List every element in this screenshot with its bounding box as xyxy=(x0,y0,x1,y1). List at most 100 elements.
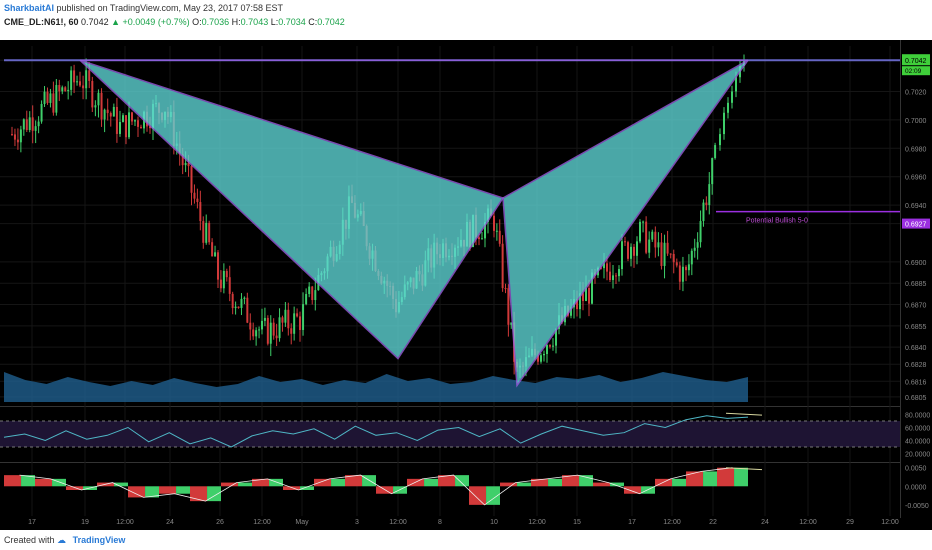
candle-body xyxy=(88,70,91,81)
time-tick-label: 12:00 xyxy=(881,519,899,526)
rsi-tick-label: 40.0000 xyxy=(905,439,930,446)
candle-body xyxy=(211,242,214,257)
price-tick-label: 0.6870 xyxy=(905,303,927,310)
candle-body xyxy=(22,119,25,130)
candle-body xyxy=(128,112,130,138)
candle-body xyxy=(687,264,690,271)
candle-body xyxy=(302,304,305,330)
published-text: published on TradingView.com, May 23, 20… xyxy=(56,3,284,13)
candle-body xyxy=(296,313,299,317)
candle-body xyxy=(308,286,311,295)
candle-body xyxy=(618,269,620,277)
time-tick-label: 12:00 xyxy=(389,519,407,526)
candle-body xyxy=(13,134,16,140)
candle-body xyxy=(299,316,301,330)
candle-body xyxy=(708,184,711,206)
candle-body xyxy=(287,309,290,329)
rsi-tick-label: 60.0000 xyxy=(905,426,930,433)
candle-body xyxy=(37,121,40,127)
price-tick-label: 0.7000 xyxy=(905,118,927,125)
low-value: 0.7034 xyxy=(278,17,306,27)
candle-body xyxy=(278,317,281,339)
time-tick-label: 12:00 xyxy=(663,519,681,526)
time-tick-label: 12:00 xyxy=(799,519,817,526)
candle-body xyxy=(91,80,94,108)
candle-body xyxy=(666,242,669,254)
candle-body xyxy=(193,192,196,199)
candle-body xyxy=(82,85,85,89)
candle-body xyxy=(314,290,317,301)
price-tick-label: 0.6816 xyxy=(905,379,927,386)
candle-body xyxy=(269,322,272,344)
candle-body xyxy=(19,129,22,143)
candle-body xyxy=(627,242,629,259)
candle-body xyxy=(651,231,654,240)
candle-body xyxy=(58,85,61,92)
symbol-label: CME_DL:N61!, 60 xyxy=(4,17,79,27)
candle-body xyxy=(654,231,657,248)
histogram-bar xyxy=(128,486,146,498)
created-with-text: Created with xyxy=(4,535,55,545)
candle-body xyxy=(31,117,34,131)
candle-body xyxy=(690,250,693,265)
candle-body xyxy=(478,237,480,240)
time-tick-label: 10 xyxy=(490,519,498,526)
candle-body xyxy=(202,221,205,243)
candle-body xyxy=(719,134,721,146)
harmonic-pattern: Potential Bullish 5-0 xyxy=(4,59,900,388)
candle-body xyxy=(723,112,725,135)
candle-body xyxy=(645,221,648,253)
candle-body xyxy=(731,91,733,103)
chart-header: SharkbaitAI published on TradingView.com… xyxy=(0,0,932,40)
last-price-label: 0.7042 xyxy=(905,58,927,65)
close-label: C: xyxy=(308,17,318,27)
price-tick-label: 0.6855 xyxy=(905,324,927,331)
histogram-bar xyxy=(734,467,748,487)
candle-body xyxy=(699,221,702,243)
candle-body xyxy=(549,345,551,347)
candle-body xyxy=(642,221,645,223)
tradingview-logo-icon: ☁ xyxy=(57,535,67,545)
candle-body xyxy=(125,115,127,138)
rsi-panel: 80.0000 60.0000 40.0000 20.0000 xyxy=(0,413,930,459)
time-tick-label: 29 xyxy=(846,519,854,526)
histogram-bar xyxy=(517,482,531,487)
tradingview-brand[interactable]: TradingView xyxy=(73,535,126,545)
candle-body xyxy=(552,345,554,347)
candle-body xyxy=(669,253,672,255)
histogram-bar xyxy=(159,486,177,494)
histogram-bar xyxy=(455,475,469,487)
author-link[interactable]: SharkbaitAI xyxy=(4,3,54,13)
candle-body xyxy=(540,355,542,362)
candle-body xyxy=(657,242,660,248)
candle-body xyxy=(109,113,112,117)
candle-body xyxy=(76,81,79,83)
time-tick-label: 24 xyxy=(166,519,174,526)
candle-body xyxy=(219,279,222,289)
histogram-tick-label: -0.0050 xyxy=(905,503,929,510)
price-tick-label: 0.6828 xyxy=(905,362,927,369)
rsi-divergence-line xyxy=(725,412,763,416)
candle-body xyxy=(501,243,504,289)
histogram-tick-label: 0.0000 xyxy=(905,484,927,491)
time-tick-label: 19 xyxy=(81,519,89,526)
candle-body xyxy=(246,297,249,323)
candle-body xyxy=(61,87,64,92)
price-tick-label: 0.6940 xyxy=(905,203,927,210)
price-tick-label: 0.7020 xyxy=(905,89,927,96)
histogram-bar xyxy=(672,478,686,487)
candle-body xyxy=(225,270,228,278)
candle-body xyxy=(727,102,729,113)
candle-body xyxy=(190,166,193,193)
candle-body xyxy=(606,263,608,272)
candle-body xyxy=(588,287,590,304)
chart-canvas[interactable]: Potential Bullish 5-0 80.000060.000040.0… xyxy=(0,40,932,530)
candle-body xyxy=(49,93,52,103)
up-arrow-icon: ▲ xyxy=(111,17,121,27)
candle-body xyxy=(493,215,495,231)
candle-body xyxy=(702,202,705,222)
close-value: 0.7042 xyxy=(317,17,345,27)
price-tick-label: 0.6805 xyxy=(905,395,927,402)
candle-body xyxy=(272,322,275,336)
rsi-band xyxy=(0,421,900,447)
